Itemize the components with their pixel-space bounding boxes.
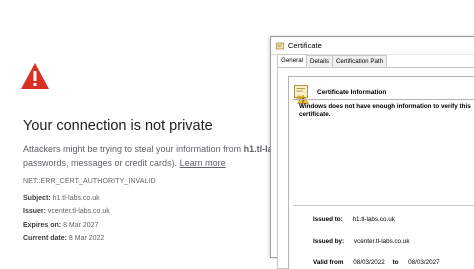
detail-value: h1.tl-labs.co.uk: [52, 195, 100, 202]
divider: [293, 205, 474, 206]
warning-triangle-icon: [21, 63, 49, 89]
description-text-line2: passwords, messages or credit cards).: [23, 158, 178, 168]
tab-general[interactable]: General: [277, 54, 308, 67]
detail-issuer: Issuer: vcenter.tl-labs.co.uk: [23, 208, 110, 215]
issued-by-row: Issued by: vcenter.tl-labs.co.uk: [313, 238, 410, 245]
certificate-warning-icon: [294, 85, 309, 104]
valid-from-label: Valid from: [313, 259, 344, 266]
tab-panel-general: Certificate Information Windows does not…: [277, 67, 474, 269]
valid-to-label: to: [392, 259, 399, 266]
certificate-info-heading: Certificate Information: [317, 89, 387, 96]
detail-label: Issuer:: [23, 208, 46, 215]
valid-from-value: 08/03/2022: [353, 259, 385, 266]
tab-details[interactable]: Details: [306, 55, 333, 67]
issued-to-value: h1.tl-labs.co.uk: [352, 216, 395, 223]
valid-to-value: 08/03/2027: [408, 259, 440, 266]
tab-bar: General Details Certification Path: [277, 54, 388, 67]
dialog-titlebar[interactable]: Certificate: [271, 37, 474, 55]
issued-to-label: Issued to:: [313, 216, 343, 223]
validity-row: Valid from 08/03/2022 to 08/03/2027: [313, 259, 440, 266]
dialog-title: Certificate: [288, 41, 322, 50]
error-description: Attackers might be trying to steal your …: [23, 142, 283, 170]
issued-to-row: Issued to: h1.tl-labs.co.uk: [313, 216, 395, 223]
certificate-info-box: Certificate Information Windows does not…: [288, 76, 474, 269]
detail-label: Expires on:: [23, 222, 62, 229]
detail-value: vcenter.tl-labs.co.uk: [47, 208, 110, 215]
detail-value: 8 Mar 2022: [68, 235, 105, 242]
learn-more-link[interactable]: Learn more: [180, 158, 226, 168]
detail-value: 8 Mar 2027: [63, 222, 99, 229]
divider: [293, 99, 474, 100]
detail-subject: Subject: h1.tl-labs.co.uk: [23, 195, 100, 202]
detail-expires: Expires on: 8 Mar 2027: [23, 222, 99, 229]
certificate-dialog: Certificate General Details Certificatio…: [270, 36, 474, 269]
error-code: NET::ERR_CERT_AUTHORITY_INVALID: [23, 178, 156, 185]
detail-label: Subject:: [23, 195, 51, 202]
issued-by-value: vcenter.tl-labs.co.uk: [353, 238, 410, 245]
verification-warning: Windows does not have enough information…: [299, 103, 471, 118]
issued-by-label: Issued by:: [313, 238, 345, 245]
description-text: Attackers might be trying to steal your …: [23, 144, 244, 154]
detail-label: Current date:: [23, 235, 67, 242]
detail-current-date: Current date: 8 Mar 2022: [23, 235, 104, 242]
certificate-icon: [276, 42, 284, 49]
tab-certification-path[interactable]: Certification Path: [331, 55, 388, 67]
page-title: Your connection is not private: [23, 118, 213, 134]
